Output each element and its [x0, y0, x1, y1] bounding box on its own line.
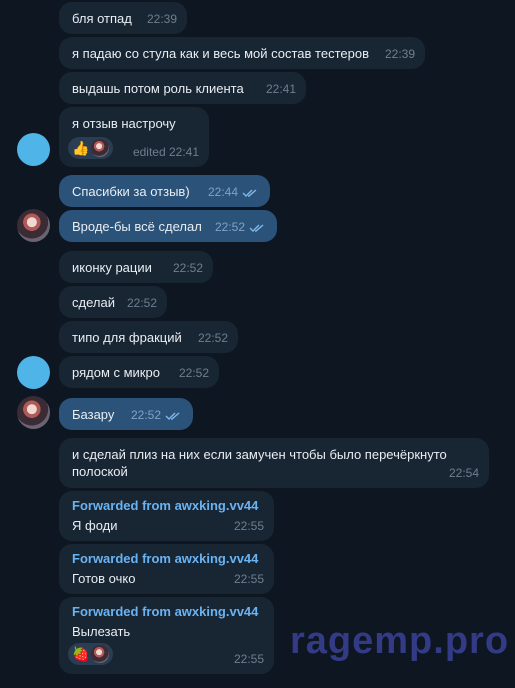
message-bubble[interactable]: Базару 22:52 — [59, 398, 193, 430]
message-time: 22:52 — [178, 366, 209, 380]
forwarded-from-label[interactable]: Forwarded from awxking.vv44 — [72, 550, 258, 567]
message-time: 22:39 — [384, 47, 415, 61]
forwarded-message[interactable]: Forwarded from awxking.vv44 Вылезать 🍓 2… — [59, 597, 274, 674]
message-bubble[interactable]: типо для фракций 22:52 — [59, 321, 238, 353]
reaction-badge[interactable]: 🍓 — [68, 643, 114, 665]
message-text-line-1: и сделай плиз на них если замучен чтобы … — [72, 447, 447, 462]
message-text: рядом с микро — [72, 365, 160, 380]
message-time: 22:41 — [265, 82, 296, 96]
message-bubble[interactable]: и сделай плиз на них если замучен чтобы … — [59, 438, 489, 488]
avatar[interactable] — [17, 209, 50, 242]
message-time: 22:52 — [197, 331, 228, 345]
reaction-avatar — [91, 139, 110, 157]
forwarded-from-label[interactable]: Forwarded from awxking.vv44 — [72, 603, 258, 620]
message-text: иконку рации — [72, 260, 152, 275]
message-time: 22:39 — [146, 12, 177, 26]
message-text: Вроде-бы всё сделал — [72, 219, 202, 234]
message-text: я падаю со стула как и весь мой состав т… — [72, 46, 369, 61]
forwarded-message[interactable]: Forwarded from awxking.vv44 Я фоди 22:55 — [59, 491, 274, 541]
message-text: я отзыв настрочу — [72, 116, 176, 131]
message-bubble[interactable]: Спасибки за отзыв) 22:44 — [59, 175, 270, 207]
reaction-avatar — [91, 645, 110, 663]
message-text: бля отпад — [72, 11, 132, 26]
message-text: типо для фракций — [72, 330, 182, 345]
forwarded-from-label[interactable]: Forwarded from awxking.vv44 — [72, 497, 258, 514]
message-time: 22:54 — [448, 466, 479, 480]
strawberry-icon: 🍓 — [72, 646, 90, 662]
message-text: выдашь потом роль клиента — [72, 81, 244, 96]
message-bubble[interactable]: я падаю со стула как и весь мой состав т… — [59, 37, 425, 69]
message-time: 22:55 — [233, 572, 264, 586]
avatar[interactable] — [17, 133, 50, 166]
read-checkmarks-icon — [242, 188, 257, 197]
avatar[interactable] — [17, 356, 50, 389]
message-text: Вылезать — [72, 624, 131, 639]
watermark: ragemp.pro — [290, 620, 510, 662]
message-time: 22:52 — [131, 407, 183, 424]
message-bubble[interactable]: сделай 22:52 — [59, 286, 167, 318]
message-text: Я фоди — [72, 518, 118, 533]
message-text: Базару — [72, 407, 115, 422]
thumbs-up-icon: 👍 — [72, 140, 90, 156]
avatar[interactable] — [17, 396, 50, 429]
message-time: 22:55 — [233, 652, 264, 666]
message-time: 22:52 — [126, 296, 157, 310]
message-text: сделай — [72, 295, 115, 310]
chat-area: бля отпад 22:39 я падаю со стула как и в… — [0, 0, 515, 688]
message-bubble[interactable]: Вроде-бы всё сделал 22:52 — [59, 210, 277, 242]
message-text: Спасибки за отзыв) — [72, 184, 190, 199]
message-time: 22:52 — [215, 219, 267, 236]
reaction-badge[interactable]: 👍 — [68, 137, 114, 159]
forwarded-message[interactable]: Forwarded from awxking.vv44 Готов очко 2… — [59, 544, 274, 594]
message-time: 22:52 — [172, 261, 203, 275]
message-text-line-2: полоской — [72, 464, 128, 479]
message-time: edited 22:41 — [132, 145, 199, 159]
read-checkmarks-icon — [249, 223, 264, 232]
message-bubble[interactable]: выдашь потом роль клиента 22:41 — [59, 72, 306, 104]
message-bubble[interactable]: я отзыв настрочу 👍 edited 22:41 — [59, 107, 209, 167]
message-text: Готов очко — [72, 571, 136, 586]
read-checkmarks-icon — [165, 411, 180, 420]
message-bubble[interactable]: рядом с микро 22:52 — [59, 356, 219, 388]
message-time: 22:44 — [208, 184, 260, 201]
message-time: 22:55 — [233, 519, 264, 533]
message-bubble[interactable]: иконку рации 22:52 — [59, 251, 213, 283]
message-bubble[interactable]: бля отпад 22:39 — [59, 2, 187, 34]
